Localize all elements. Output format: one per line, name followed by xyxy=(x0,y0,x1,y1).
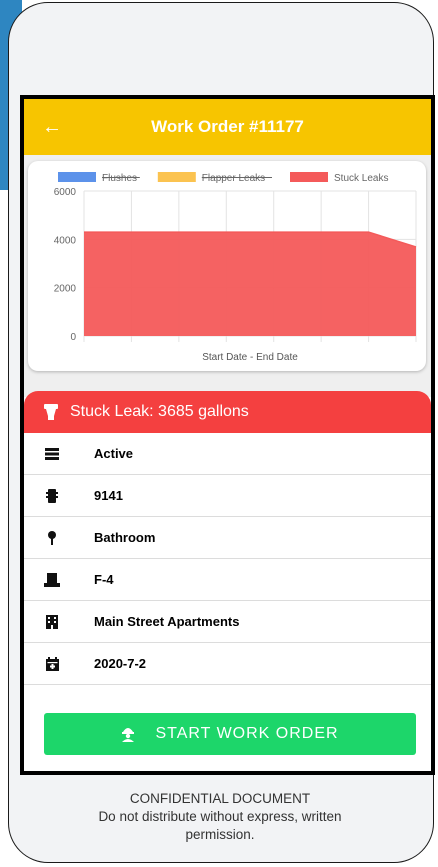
legend-swatch xyxy=(58,172,96,182)
building-icon xyxy=(42,614,62,629)
legend-label: Stuck Leaks xyxy=(334,173,388,184)
fixture-value: F-4 xyxy=(94,572,114,587)
app-screen: ← Work Order #11177 Flushes Flapper Leaks… xyxy=(20,95,435,775)
leak-icon xyxy=(42,403,60,421)
leak-summary: Stuck Leak: 3685 gallons xyxy=(70,403,249,420)
footer: CONFIDENTIAL DOCUMENT Do not distribute … xyxy=(40,790,400,844)
location-pin-icon xyxy=(42,530,62,545)
property-value: Main Street Apartments xyxy=(94,614,240,629)
legend-label: Flapper Leaks xyxy=(202,173,265,184)
detail-list: Active 9141 Bathroom F-4 Main Street Apa… xyxy=(24,433,431,685)
footer-title: CONFIDENTIAL DOCUMENT xyxy=(129,791,311,806)
device-value: 9141 xyxy=(94,488,123,503)
toilet-icon xyxy=(42,572,62,587)
page-title: Work Order #11177 xyxy=(151,117,304,136)
detail-row-device: 9141 xyxy=(24,475,431,517)
series-area-stuck-leaks xyxy=(84,232,416,336)
y-tick-label: 2000 xyxy=(54,284,77,295)
legend-label: Flushes xyxy=(102,173,137,184)
detail-row-location: Bathroom xyxy=(24,517,431,559)
back-button[interactable]: ← xyxy=(42,113,62,141)
date-value: 2020-7-2 xyxy=(94,656,147,671)
detail-row-fixture: F-4 xyxy=(24,559,431,601)
chart-card: Flushes Flapper Leaks Stuck Leaks 6000 4000 2… xyxy=(28,161,426,371)
app-header: ← Work Order #11177 xyxy=(24,99,431,155)
calendar-icon xyxy=(42,656,62,671)
status-icon xyxy=(42,447,62,460)
legend-swatch xyxy=(157,172,196,182)
leak-banner: Stuck Leak: 3685 gallons xyxy=(24,391,431,433)
y-tick-label: 4000 xyxy=(54,235,77,246)
detail-row-property: Main Street Apartments xyxy=(24,601,431,643)
chart-section: Flushes Flapper Leaks Stuck Leaks 6000 4000 2… xyxy=(24,155,431,397)
worker-icon xyxy=(121,726,135,742)
detail-row-status: Active xyxy=(24,433,431,475)
detail-row-date: 2020-7-2 xyxy=(24,643,431,685)
x-axis-label: Start Date - End Date xyxy=(202,352,298,363)
status-value: Active xyxy=(94,446,134,461)
footer-line-2: Do not distribute without express, writt… xyxy=(98,809,342,824)
start-work-order-button[interactable]: START WORK ORDER xyxy=(44,713,416,755)
arrow-left-icon: ← xyxy=(42,116,62,138)
legend-swatch xyxy=(290,172,328,182)
device-icon xyxy=(42,488,62,503)
leak-chart: Flushes Flapper Leaks Stuck Leaks 6000 4000 2… xyxy=(54,172,417,363)
location-value: Bathroom xyxy=(94,530,156,545)
y-tick-label: 0 xyxy=(70,332,76,343)
footer-line-3: permission. xyxy=(185,827,255,842)
y-tick-label: 6000 xyxy=(54,187,77,198)
start-work-order-label: START WORK ORDER xyxy=(155,725,339,742)
